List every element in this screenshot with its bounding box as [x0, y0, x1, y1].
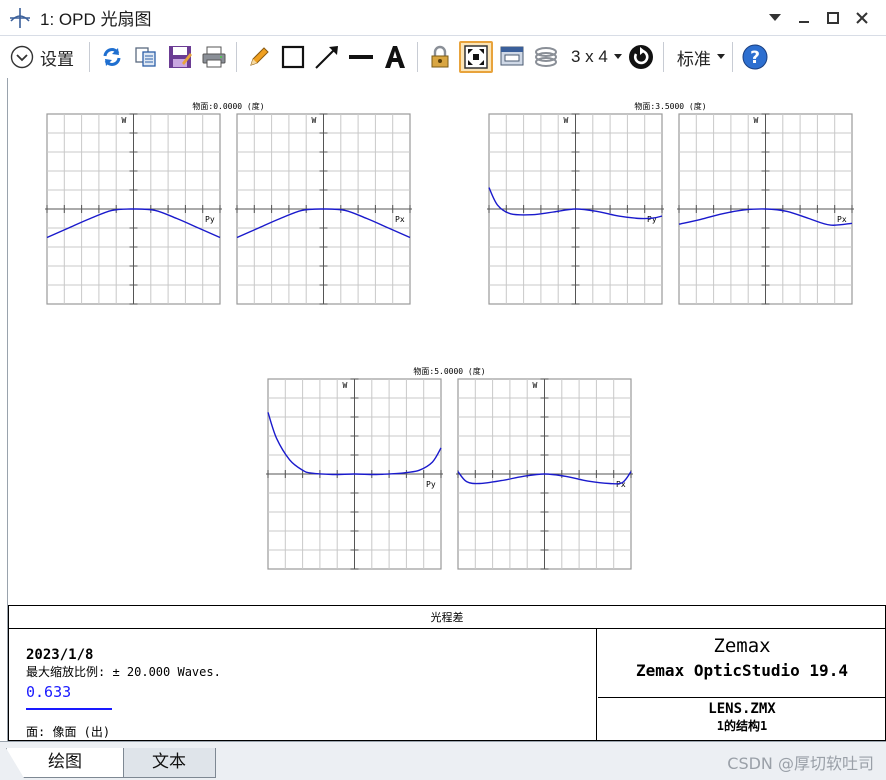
product-text: Zemax OpticStudio 19.4 [636, 661, 848, 680]
window-title: 1: OPD 光扇图 [40, 10, 152, 29]
print-button[interactable] [199, 41, 229, 73]
lens-file-text: LENS.ZMX [708, 701, 776, 717]
layers-icon [535, 47, 557, 67]
rectangle-button[interactable] [278, 41, 308, 73]
help-button[interactable]: ? [740, 41, 770, 73]
window-fit-icon [464, 45, 488, 69]
watermark: CSDN @厚切软吐司 [727, 754, 874, 773]
standard-dropdown[interactable]: 标准 [671, 41, 725, 73]
maximize-button[interactable] [818, 8, 847, 28]
title-bar: 1: OPD 光扇图 [0, 0, 886, 36]
toolbar-separator [662, 42, 664, 72]
w-axis-label: W [312, 116, 317, 125]
save-icon [169, 46, 192, 68]
close-button[interactable] [847, 8, 876, 28]
opd-fan-plots: 物面:0.0000 (度) W Py W Px 物面:3.5000 (度) W Py W Px 物面… [45, 101, 854, 570]
pupil-axis-label: Py [647, 215, 657, 224]
lock-icon [431, 45, 449, 68]
arrow-button[interactable] [312, 41, 342, 73]
w-axis-label: W [343, 381, 348, 390]
toolbar-separator [236, 42, 237, 72]
help-icon: ? [742, 44, 768, 70]
info-box: 光程差 2023/1/8 最大缩放比例: ± 20.000 Waves. 0.6… [8, 605, 886, 741]
toolbar: 设置 3 x 4 标准 ? [0, 37, 886, 77]
rotate-icon [628, 45, 653, 69]
minimize-icon [798, 21, 809, 23]
field-title: 物面:3.5000 (度) [634, 101, 706, 111]
minimize-button[interactable] [789, 8, 818, 28]
wavelength-text: 0.633 [26, 683, 72, 701]
info-left: 2023/1/8 最大缩放比例: ± 20.000 Waves. 0.633 面… [9, 629, 597, 741]
pupil-axis-label: Px [395, 215, 405, 224]
lock-button[interactable] [425, 41, 455, 73]
chevron-circle-icon [10, 45, 34, 69]
layers-button[interactable] [531, 41, 561, 73]
max-scale-text: 最大缩放比例: ± 20.000 Waves. [26, 665, 221, 679]
plot-type-title: 光程差 [9, 606, 885, 629]
toolbar-separator [89, 42, 90, 72]
rotate-button[interactable] [626, 41, 656, 73]
settings-label: 设置 [40, 49, 74, 69]
w-axis-label: W [533, 381, 538, 390]
line-icon [349, 55, 373, 59]
chevron-down-icon [768, 14, 781, 21]
field-title: 物面:5.0000 (度) [413, 366, 485, 376]
info-brand: Zemax Zemax OpticStudio 19.4 [598, 629, 886, 698]
toolbar-separator [731, 42, 733, 72]
settings-button[interactable]: 设置 [10, 41, 82, 73]
arrow-icon [315, 46, 338, 69]
surface-text: 面: 像面 (出) [26, 725, 111, 739]
standard-dropdown-label: 标准 [676, 49, 711, 69]
app-window: 1: OPD 光扇图 设置 3 x 4 标准 ? 物面:0.0000 (度) W… [0, 0, 886, 780]
window-button[interactable] [497, 41, 527, 73]
pupil-axis-label: Py [426, 480, 436, 489]
w-axis-label: W [754, 116, 759, 125]
maximize-icon [826, 12, 839, 24]
toolbar-separator [417, 42, 418, 72]
close-icon [855, 12, 868, 24]
refresh-button[interactable] [97, 41, 127, 73]
caret-down-icon [613, 54, 622, 59]
copy-button[interactable] [131, 41, 161, 73]
save-button[interactable] [165, 41, 195, 73]
opd-fan-icon [10, 7, 30, 28]
config-text: 1的结构1 [716, 719, 768, 733]
date-text: 2023/1/8 [26, 647, 94, 663]
text-button[interactable] [380, 41, 410, 73]
refresh-icon [103, 48, 121, 66]
layout-dropdown-label: 3 x 4 [571, 47, 608, 66]
w-axis-label: W [564, 116, 569, 125]
copy-icon [135, 47, 156, 67]
rectangle-icon [281, 45, 305, 69]
text-icon [385, 46, 405, 68]
pencil-icon [250, 47, 269, 66]
line-button[interactable] [346, 41, 376, 73]
tab-plot[interactable]: 绘图 [6, 748, 124, 778]
caret-down-icon [716, 54, 725, 59]
wavelength-legend-line [26, 708, 112, 710]
pupil-axis-label: Px [837, 215, 847, 224]
w-axis-label: W [122, 116, 127, 125]
window-fit-button[interactable] [459, 41, 493, 73]
window-icon [500, 46, 524, 66]
dropdown-window-button[interactable] [760, 8, 789, 28]
pupil-axis-label: Py [205, 215, 215, 224]
pencil-button[interactable] [244, 41, 274, 73]
svg-text:?: ? [750, 48, 760, 68]
info-lens: LENS.ZMX 1的结构1 [598, 698, 886, 741]
layout-dropdown[interactable]: 3 x 4 [565, 41, 622, 73]
print-icon [202, 46, 226, 68]
field-title: 物面:0.0000 (度) [192, 101, 264, 111]
brand-text: Zemax [713, 635, 771, 657]
tab-text[interactable]: 文本 [122, 748, 216, 778]
